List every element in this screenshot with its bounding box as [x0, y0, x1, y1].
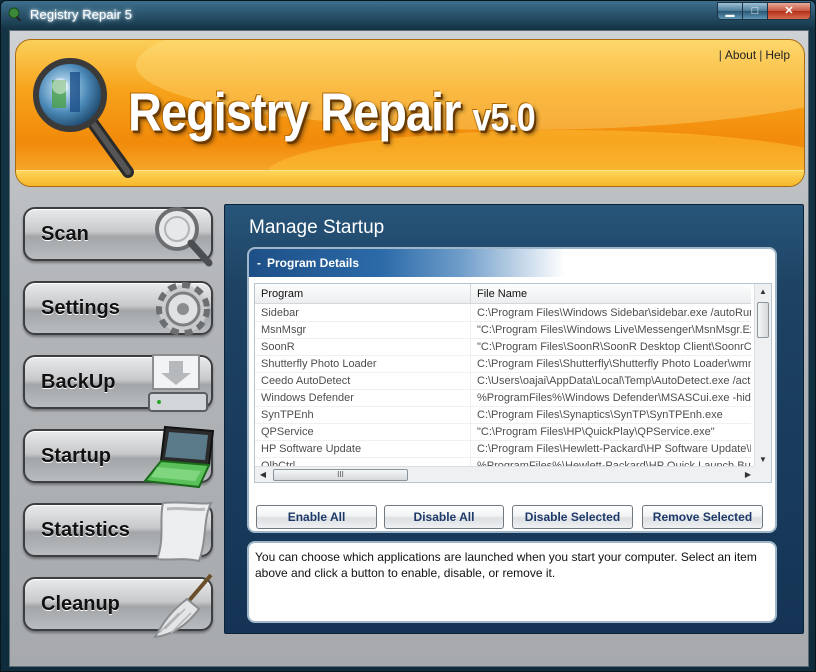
table-row[interactable]: SynTPEnh C:\Program Files\Synaptics\SynTP…: [255, 407, 751, 424]
nav-backup-button[interactable]: BackUp: [23, 354, 213, 412]
broom-icon: [153, 573, 213, 639]
table-row[interactable]: QPService "C:\Program Files\HP\QuickPlay\…: [255, 424, 751, 441]
nav-cleanup-button[interactable]: Cleanup: [23, 573, 213, 639]
nav-label: Startup: [41, 445, 111, 467]
table-row[interactable]: SoonR "C:\Program Files\SoonR\SoonR Deskt…: [255, 339, 751, 356]
enable-all-button[interactable]: Enable All: [256, 505, 377, 529]
cell-file-name: "C:\Program Files\SoonR\SoonR Desktop Cl…: [477, 341, 751, 353]
client-area: Registry Repair v5.0 | About | Help Scan Se…: [9, 30, 809, 667]
title-bar[interactable]: Registry Repair 5 ▁ □ ✕: [1, 1, 815, 29]
logo-version: v5.0: [472, 95, 535, 140]
cell-divider: [470, 373, 471, 390]
laptop-icon: [143, 425, 215, 489]
cell-program: MsnMsgr: [261, 324, 307, 336]
info-text: You can choose which applications are la…: [255, 550, 757, 580]
cell-divider: [470, 305, 471, 322]
cell-program: Ceedo AutoDetect: [261, 375, 351, 387]
scroll-thumb[interactable]: III: [273, 469, 408, 481]
disable-selected-button[interactable]: Disable Selected: [512, 505, 633, 529]
column-divider[interactable]: [470, 284, 471, 304]
nav-startup-button[interactable]: Startup: [23, 425, 215, 489]
nav-label: Scan: [41, 223, 89, 245]
table-row[interactable]: Windows Defender %ProgramFiles%\Windows D…: [255, 390, 751, 407]
nav-settings-button[interactable]: Settings: [23, 281, 213, 336]
cell-file-name: C:\Program Files\Shutterfly\Shutterfly P…: [477, 358, 751, 370]
column-header-program[interactable]: Program: [261, 288, 303, 300]
cell-file-name: C:\Program Files\Hewlett-Packard\HP Soft…: [477, 443, 751, 455]
nav-label: Cleanup: [41, 593, 120, 615]
cell-divider: [470, 339, 471, 356]
logo-name: Registry Repair: [128, 81, 461, 142]
cell-file-name: C:\Program Files\Windows Sidebar\sidebar…: [477, 307, 751, 319]
logo-title: Registry Repair v5.0: [128, 80, 536, 143]
close-button[interactable]: ✕: [767, 2, 811, 20]
cell-file-name: "C:\Program Files\Windows Live\Messenger…: [477, 324, 751, 336]
magnifier-logo-icon: [33, 58, 134, 178]
horizontal-scrollbar[interactable]: ◀ III ▶: [255, 466, 756, 482]
cell-program: Shutterfly Photo Loader: [261, 358, 377, 370]
main-panel: Manage Startup - Program Details Program …: [224, 204, 804, 634]
link-separator: |: [718, 48, 722, 62]
scroll-up-icon[interactable]: ▲: [755, 284, 771, 300]
scroll-icon: [155, 501, 213, 563]
cell-program: Sidebar: [261, 307, 299, 319]
minimize-button[interactable]: ▁: [717, 2, 743, 20]
nav-label: BackUp: [41, 371, 116, 393]
cell-divider: [470, 441, 471, 458]
cell-program: SoonR: [261, 341, 295, 353]
page-title: Manage Startup: [249, 217, 385, 238]
nav-statistics-button[interactable]: Statistics: [23, 501, 213, 563]
cell-file-name: %ProgramFiles%\Windows Defender\MSASCui.…: [477, 392, 751, 404]
cell-divider: [470, 407, 471, 424]
top-links: | About | Help: [716, 48, 790, 62]
cell-program: QPService: [261, 426, 314, 438]
table-row[interactable]: Ceedo AutoDetect C:\Users\oajai\AppData\L…: [255, 373, 751, 390]
app-icon: [8, 7, 22, 22]
scroll-thumb[interactable]: [757, 302, 769, 338]
cell-divider: [470, 424, 471, 441]
cell-program: Windows Defender: [261, 392, 354, 404]
magnifier-icon: [155, 207, 213, 267]
vertical-scrollbar[interactable]: ▲ ▼: [754, 284, 771, 468]
nav-scan-button[interactable]: Scan: [23, 207, 213, 267]
startup-table: Program File Name Sidebar C:\Program File…: [254, 283, 772, 483]
cell-file-name: "C:\Program Files\HP\QuickPlay\QPService…: [477, 426, 715, 438]
table-row[interactable]: Shutterfly Photo Loader C:\Program Files\…: [255, 356, 751, 373]
header-banner: Registry Repair v5.0 | About | Help: [15, 39, 805, 187]
collapse-icon[interactable]: -: [257, 256, 261, 270]
backup-drive-icon: [148, 354, 208, 412]
remove-selected-button[interactable]: Remove Selected: [642, 505, 763, 529]
section-header[interactable]: - Program Details: [249, 249, 775, 277]
maximize-button[interactable]: □: [742, 2, 768, 20]
section-title: Program Details: [267, 256, 360, 270]
column-header-file-name[interactable]: File Name: [477, 288, 527, 300]
program-details-box: - Program Details Program File Name Sideb…: [247, 247, 777, 533]
table-row[interactable]: HP Software Update C:\Program Files\Hewle…: [255, 441, 751, 458]
link-separator: |: [759, 48, 763, 62]
nav-label: Settings: [41, 297, 120, 319]
scroll-corner: [754, 466, 771, 482]
info-box: You can choose which applications are la…: [247, 541, 777, 623]
cell-program: HP Software Update: [261, 443, 362, 455]
table-row[interactable]: MsnMsgr "C:\Program Files\Windows Live\Me…: [255, 322, 751, 339]
cell-file-name: C:\Users\oajai\AppData\Local\Temp\AutoDe…: [477, 375, 751, 387]
window-title: Registry Repair 5: [30, 7, 133, 22]
section-label: - Program Details: [257, 256, 359, 270]
app-window: Registry Repair 5 ▁ □ ✕ Registry Repair …: [0, 0, 816, 672]
gear-icon: [156, 282, 210, 336]
cell-divider: [470, 390, 471, 407]
cell-divider: [470, 322, 471, 339]
table-row[interactable]: Sidebar C:\Program Files\Windows Sidebar\…: [255, 305, 751, 322]
help-link[interactable]: Help: [765, 48, 790, 62]
cell-program: SynTPEnh: [261, 409, 314, 421]
about-link[interactable]: About: [725, 48, 756, 62]
scroll-left-icon[interactable]: ◀: [255, 467, 271, 482]
cell-divider: [470, 356, 471, 373]
nav-label: Statistics: [41, 519, 130, 541]
disable-all-button[interactable]: Disable All: [384, 505, 504, 529]
table-header: Program File Name: [255, 284, 751, 304]
cell-file-name: C:\Program Files\Synaptics\SynTP\SynTPEn…: [477, 409, 723, 421]
